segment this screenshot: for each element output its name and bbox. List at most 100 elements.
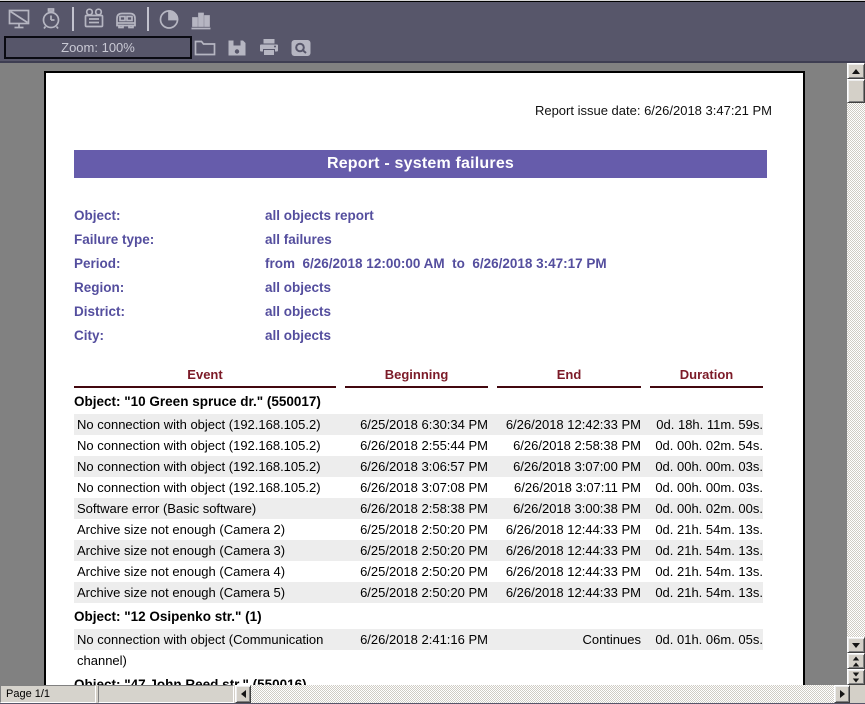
- report-issue-date: Report issue date: 6/26/2018 3:47:21 PM: [46, 103, 803, 118]
- bar-chart-icon[interactable]: [188, 7, 214, 31]
- horizontal-scrollbar[interactable]: [235, 685, 850, 703]
- cell-beginning: 6/26/2018 2:41:16 PM: [345, 629, 488, 671]
- report-field: Region:all objects: [74, 275, 803, 299]
- cell-event: Archive size not enough (Camera 3): [74, 540, 336, 561]
- field-value: from 6/26/2018 12:00:00 AM to 6/26/2018 …: [265, 256, 803, 271]
- table-row: Archive size not enough (Camera 4)6/25/2…: [74, 561, 763, 582]
- cell-end: 6/26/2018 12:44:33 PM: [497, 540, 641, 561]
- left-arrow-icon: [241, 690, 246, 698]
- cell-duration: 0d. 00h. 02m. 54s.: [650, 435, 763, 456]
- table-row: No connection with object (192.168.105.2…: [74, 456, 763, 477]
- table-row: Archive size not enough (Camera 3) 6/25/2…: [74, 540, 763, 561]
- field-value: all objects: [265, 304, 803, 319]
- scroll-right-button[interactable]: [834, 685, 850, 703]
- cell-duration: 0d. 18h. 11m. 59s.: [650, 414, 763, 435]
- cell-end: Continues: [497, 629, 641, 671]
- field-value: all objects: [265, 280, 803, 295]
- field-value: all failures: [265, 232, 803, 247]
- cell-beginning: 6/25/2018 2:50:20 PM: [345, 540, 488, 561]
- report-field: City:all objects: [74, 323, 803, 347]
- cell-duration: 0d. 21h. 54m. 13s.: [650, 582, 763, 603]
- status-spacer-cell: [98, 685, 234, 703]
- zoom-indicator[interactable]: Zoom: 100%: [4, 36, 192, 59]
- field-label: Object:: [74, 208, 265, 223]
- report-fields: Object:all objects reportFailure type:al…: [74, 203, 803, 347]
- down-arrow-icon: [852, 643, 860, 648]
- cell-duration: 0d. 21h. 54m. 13s.: [650, 540, 763, 561]
- cell-event: Software error (Basic software): [74, 498, 336, 519]
- preview-area: Report issue date: 6/26/2018 3:47:21 PM …: [0, 61, 865, 685]
- scrollbar-corner: [850, 685, 865, 703]
- report-field: Failure type:all failures: [74, 227, 803, 251]
- table-row: Archive size not enough (Camera 5) 6/25/2…: [74, 582, 763, 603]
- horizontal-scroll-track[interactable]: [251, 685, 834, 703]
- toolbar: Zoom: 100%: [0, 2, 865, 61]
- scroll-left-button[interactable]: [235, 685, 251, 703]
- cell-end: 6/26/2018 3:07:11 PM: [497, 477, 641, 498]
- cell-event: No connection with object (192.168.105.2…: [74, 414, 336, 435]
- cell-event: Archive size not enough (Camera 5): [74, 582, 336, 603]
- cell-beginning: 6/26/2018 3:06:57 PM: [345, 456, 488, 477]
- table-row: No connection with object (192.168.105.2…: [74, 477, 763, 498]
- column-header-beginning: Beginning: [345, 367, 488, 388]
- section-header: Object: "47 John Reed str." (550016): [74, 677, 763, 685]
- preview-search-icon[interactable]: [288, 36, 314, 60]
- open-folder-icon[interactable]: [192, 36, 218, 60]
- cell-event: No connection with object (192.168.105.2…: [74, 477, 336, 498]
- table-row: No connection with object (192.168.105.2…: [74, 435, 763, 456]
- alarm-clock-icon[interactable]: [38, 7, 64, 31]
- cell-duration: 0d. 00h. 00m. 03s.: [650, 456, 763, 477]
- vertical-scroll-thumb[interactable]: [847, 79, 865, 103]
- field-label: Failure type:: [74, 232, 265, 247]
- save-icon[interactable]: [224, 36, 250, 60]
- double-down-arrow-icon: [853, 672, 859, 676]
- section-header: Object: "12 Osipenko str." (1): [74, 609, 763, 625]
- car-icon[interactable]: [113, 7, 139, 31]
- cell-event: No connection with object (192.168.105.2…: [74, 435, 336, 456]
- previous-page-button[interactable]: [847, 653, 865, 669]
- report-field: District:all objects: [74, 299, 803, 323]
- cell-beginning: 6/25/2018 2:50:20 PM: [345, 519, 488, 540]
- cell-event: No connection with object (192.168.105.2…: [74, 456, 336, 477]
- column-header-event: Event: [74, 367, 336, 388]
- cell-end: 6/26/2018 12:44:33 PM: [497, 561, 641, 582]
- cell-end: 6/26/2018 12:44:33 PM: [497, 582, 641, 603]
- report-page: Report issue date: 6/26/2018 3:47:21 PM …: [44, 71, 805, 685]
- vertical-scroll-track[interactable]: [847, 103, 865, 637]
- report-field: Object:all objects report: [74, 203, 803, 227]
- cell-duration: 0d. 21h. 54m. 13s.: [650, 519, 763, 540]
- cell-end: 6/26/2018 3:07:00 PM: [497, 456, 641, 477]
- table-row: Archive size not enough (Camera 2) 6/25/2…: [74, 519, 763, 540]
- toolbar-row-main: [0, 5, 865, 33]
- double-up-arrow-icon: [853, 662, 859, 666]
- cell-duration: 0d. 01h. 06m. 05s.: [650, 629, 763, 671]
- field-label: Region:: [74, 280, 265, 295]
- double-down-arrow-icon: [853, 678, 859, 682]
- report-title: Report - system failures: [327, 155, 514, 172]
- film-recorder-icon[interactable]: [81, 7, 107, 31]
- report-field: Period:from 6/26/2018 12:00:00 AM to 6/2…: [74, 251, 803, 275]
- field-value: all objects: [265, 328, 803, 343]
- table-header-row: Event Beginning End Duration: [74, 367, 763, 388]
- scroll-down-button[interactable]: [847, 637, 865, 653]
- vertical-scrollbar[interactable]: [847, 63, 865, 685]
- cell-duration: 0d. 21h. 54m. 13s.: [650, 561, 763, 582]
- print-icon[interactable]: [256, 36, 282, 60]
- cell-beginning: 6/26/2018 3:07:08 PM: [345, 477, 488, 498]
- cell-event: Archive size not enough (Camera 4): [74, 561, 336, 582]
- scroll-up-button[interactable]: [847, 63, 865, 79]
- cell-beginning: 6/25/2018 6:30:34 PM: [345, 414, 488, 435]
- cell-end: 6/26/2018 12:42:33 PM: [497, 414, 641, 435]
- monitor-off-icon[interactable]: [6, 7, 32, 31]
- field-label: Period:: [74, 256, 265, 271]
- toolbar-row-zoom: Zoom: 100%: [0, 34, 865, 61]
- cell-event: Archive size not enough (Camera 2): [74, 519, 336, 540]
- cell-end: 6/26/2018 2:58:38 PM: [497, 435, 641, 456]
- pie-chart-icon[interactable]: [156, 7, 182, 31]
- next-page-button[interactable]: [847, 669, 865, 685]
- cell-beginning: 6/26/2018 2:58:38 PM: [345, 498, 488, 519]
- cell-end: 6/26/2018 12:44:33 PM: [497, 519, 641, 540]
- field-label: District:: [74, 304, 265, 319]
- column-header-duration: Duration: [650, 367, 763, 388]
- cell-beginning: 6/25/2018 2:50:20 PM: [345, 582, 488, 603]
